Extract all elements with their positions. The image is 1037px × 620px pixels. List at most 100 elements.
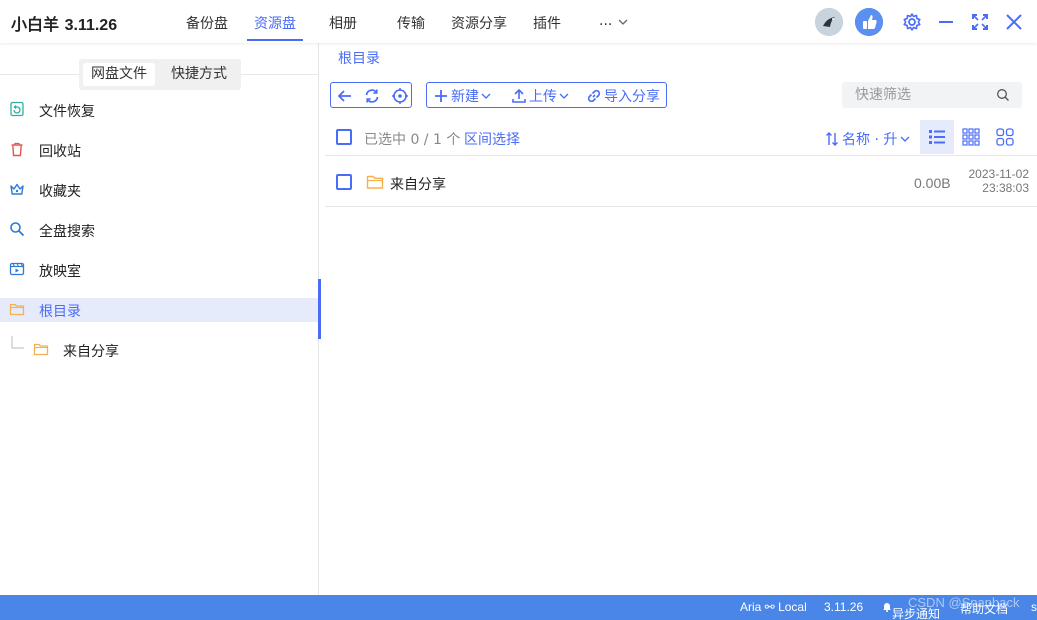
search-icon[interactable]	[996, 88, 1010, 102]
locate-button[interactable]	[391, 86, 409, 106]
import-share-button[interactable]: 导入分享	[586, 86, 660, 106]
file-date: 2023-11-02 23:38:03	[969, 167, 1030, 195]
sidebar: 网盘文件 快捷方式 文件恢复 回收站 收藏夹 全盘搜索 放映室 根目录 来自分享	[0, 43, 321, 595]
tab-resource-share[interactable]: 资源分享	[451, 13, 507, 41]
user-avatar[interactable]	[815, 8, 843, 36]
app-version: 3.11.26	[64, 17, 118, 34]
nav-toolbar	[330, 82, 412, 108]
file-restore-icon	[10, 101, 24, 117]
grid-view-button[interactable]	[954, 120, 988, 154]
action-toolbar: 新建 上传 导入分享	[426, 82, 667, 108]
new-button[interactable]: 新建	[433, 86, 491, 106]
tab-backup[interactable]: 备份盘	[186, 13, 228, 41]
sidebar-item-label: 放映室	[39, 264, 81, 280]
settings-button[interactable]	[898, 8, 926, 36]
breadcrumb[interactable]: 根目录	[338, 48, 380, 68]
range-select-link[interactable]: 区间选择	[464, 129, 520, 149]
tree-item-label: 来自分享	[63, 344, 119, 360]
link-icon	[587, 89, 601, 103]
main-panel: 根目录 新建 上传 导入分享 快速筛选 已选中 0 / 1 个 区间选择 名称 …	[320, 43, 1037, 595]
sidebar-item-label: 回收站	[39, 144, 81, 160]
status-extra: s	[1031, 600, 1037, 614]
fullscreen-icon	[972, 14, 988, 30]
file-date-day: 2023-11-02	[968, 167, 1030, 181]
chevron-down-icon	[900, 136, 910, 142]
file-name: 来自分享	[390, 177, 446, 193]
crown-icon	[10, 183, 24, 195]
segment-cloud-files[interactable]: 网盘文件	[83, 63, 155, 86]
upload-icon	[512, 88, 526, 103]
grid-view-icon	[962, 128, 980, 146]
quick-filter-input[interactable]	[842, 82, 992, 108]
list-view-icon	[929, 130, 945, 144]
sidebar-item-label: 文件恢复	[39, 104, 95, 120]
list-view-button[interactable]	[920, 120, 954, 154]
big-grid-view-button[interactable]	[988, 120, 1022, 154]
tab-plugins[interactable]: 插件	[533, 13, 561, 41]
upload-button-label: 上传	[529, 89, 557, 105]
chevron-down-icon	[559, 93, 569, 99]
chevron-down-icon	[481, 93, 491, 99]
avatar-bird-icon	[815, 8, 843, 36]
selection-count: 已选中 0 / 1 个	[364, 132, 461, 148]
back-button[interactable]	[336, 86, 354, 106]
bell-icon	[883, 603, 891, 612]
sidebar-item-favorites[interactable]: 收藏夹	[0, 178, 318, 202]
tree-connector-icon	[11, 336, 24, 349]
minimize-icon	[939, 21, 953, 23]
file-date-time: 23:38:03	[982, 181, 1029, 195]
sidebar-item-label: 全盘搜索	[39, 224, 95, 240]
file-list-header: 已选中 0 / 1 个 区间选择 名称 · 升	[325, 120, 1037, 156]
sidebar-item-root[interactable]: 根目录	[0, 298, 318, 322]
watermark-text: CSDN @Snapback	[908, 595, 1020, 610]
tab-more-label: ...	[599, 13, 613, 29]
gear-icon	[903, 13, 921, 31]
sort-icon	[826, 132, 838, 146]
row-checkbox[interactable]	[336, 174, 352, 190]
minimize-button[interactable]	[932, 8, 960, 36]
sidebar-item-label: 收藏夹	[39, 184, 81, 200]
tab-album[interactable]: 相册	[329, 13, 357, 41]
folder-icon	[33, 343, 49, 356]
tab-more[interactable]: ...	[599, 13, 628, 41]
close-icon	[1006, 14, 1022, 30]
app-name: 小白羊	[11, 17, 60, 34]
tree-item-from-share[interactable]: 来自分享	[0, 336, 318, 362]
refresh-icon	[365, 89, 379, 103]
chevron-down-icon	[618, 19, 628, 25]
async-notify[interactable]: 异步通知	[882, 600, 940, 620]
file-size: 0.00B	[914, 175, 951, 191]
sidebar-item-search[interactable]: 全盘搜索	[0, 218, 318, 242]
maximize-button[interactable]	[966, 8, 994, 36]
aria-status[interactable]: Aria ⚯ Local	[740, 600, 807, 614]
folder-icon	[9, 303, 25, 316]
select-all-checkbox[interactable]	[336, 129, 352, 145]
thumbs-up-icon	[855, 8, 883, 36]
file-row[interactable]: 来自分享 0.00B 2023-11-02 23:38:03	[325, 157, 1037, 207]
top-bar: 小白羊 3.11.26 备份盘 资源盘 相册 传输 资源分享 插件 ...	[0, 0, 1037, 43]
sort-label: 名称 · 升	[842, 132, 898, 148]
app-title: 小白羊 3.11.26	[11, 11, 117, 35]
sort-dropdown[interactable]: 名称 · 升	[825, 129, 910, 149]
sidebar-item-trash[interactable]: 回收站	[0, 138, 318, 162]
upload-button[interactable]: 上传	[511, 86, 569, 106]
folder-icon	[366, 175, 384, 189]
close-button[interactable]	[1000, 8, 1028, 36]
sidebar-item-file-restore[interactable]: 文件恢复	[0, 98, 318, 122]
segment-shortcuts[interactable]: 快捷方式	[163, 63, 235, 86]
plus-icon	[435, 90, 447, 102]
import-share-label: 导入分享	[604, 89, 660, 105]
tab-resource[interactable]: 资源盘	[247, 13, 303, 41]
arrow-left-icon	[337, 90, 351, 102]
sidebar-segment-control: 网盘文件 快捷方式	[79, 59, 241, 90]
thumbs-up-button[interactable]	[855, 8, 883, 36]
locate-icon	[392, 88, 408, 104]
status-version: 3.11.26	[824, 600, 864, 614]
sidebar-item-label: 根目录	[39, 304, 81, 320]
video-icon	[9, 262, 25, 276]
trash-icon	[11, 142, 23, 157]
big-grid-view-icon	[996, 128, 1014, 146]
tab-transfer[interactable]: 传输	[397, 13, 425, 41]
sidebar-item-theater[interactable]: 放映室	[0, 258, 318, 282]
refresh-button[interactable]	[363, 86, 381, 106]
